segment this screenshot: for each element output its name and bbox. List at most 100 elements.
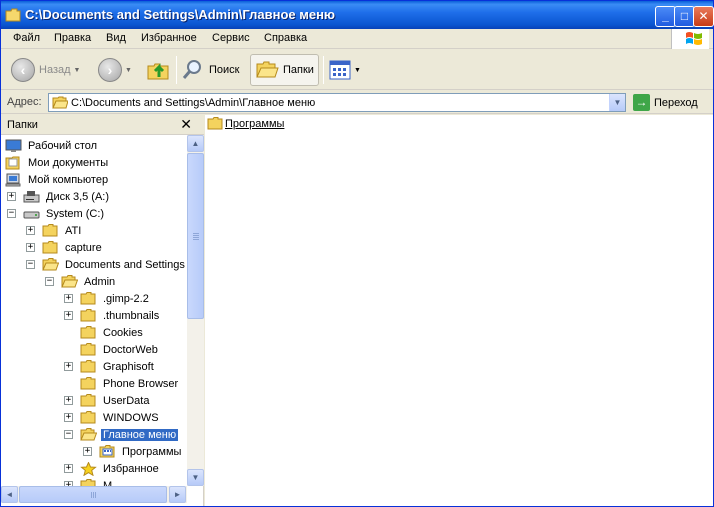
- title-bar[interactable]: C:\Documents and Settings\Admin\Главное …: [1, 1, 714, 29]
- tree-item-label: Мой компьютер: [28, 173, 109, 186]
- maximize-button[interactable]: □: [674, 6, 695, 27]
- up-folder-button[interactable]: [145, 54, 171, 86]
- collapse-icon[interactable]: −: [45, 277, 54, 286]
- floppy-drive-icon: [23, 190, 40, 202]
- folder-up-icon: [147, 63, 169, 80]
- tree-item[interactable]: + Graphisoft: [64, 358, 156, 375]
- scroll-right-button[interactable]: ►: [169, 486, 186, 503]
- address-input[interactable]: C:\Documents and Settings\Admin\Главное …: [48, 93, 626, 112]
- folder-icon: [80, 410, 96, 423]
- tree-item[interactable]: Cookies: [64, 324, 145, 341]
- address-value: C:\Documents and Settings\Admin\Главное …: [71, 97, 316, 109]
- collapse-icon[interactable]: −: [26, 260, 35, 269]
- my-computer-icon: [5, 173, 21, 186]
- folder-icon: [42, 223, 58, 236]
- expand-icon[interactable]: +: [26, 226, 35, 235]
- tree-item[interactable]: + Программы: [83, 443, 183, 460]
- tree-item-label: Избранное: [103, 462, 159, 475]
- menu-edit[interactable]: Правка: [54, 32, 91, 44]
- tree-item[interactable]: + ATI: [26, 222, 83, 239]
- go-arrow-icon: →: [633, 94, 650, 111]
- tree-item[interactable]: DoctorWeb: [64, 341, 160, 358]
- list-item-label: Программы: [225, 117, 285, 130]
- expand-icon[interactable]: +: [7, 192, 16, 201]
- tree-item-label: DoctorWeb: [103, 343, 158, 356]
- folders-button[interactable]: Папки: [250, 54, 319, 86]
- folder-icon: [80, 478, 96, 486]
- folder-open-icon: [256, 61, 279, 78]
- menu-bar: Файл Правка Вид Избранное Сервис Справка: [1, 29, 713, 49]
- tree-item-label: ATI: [65, 224, 82, 237]
- scroll-left-button[interactable]: ◄: [1, 486, 18, 503]
- back-label: Назад: [39, 64, 71, 76]
- expand-icon[interactable]: +: [64, 413, 73, 422]
- desktop-icon: [5, 139, 22, 152]
- forward-arrow-icon: ›: [98, 58, 122, 82]
- collapse-icon[interactable]: −: [7, 209, 16, 218]
- minimize-button[interactable]: _: [655, 6, 676, 27]
- programs-folder-icon: [99, 444, 115, 457]
- tree-item[interactable]: + UserData: [64, 392, 151, 409]
- toolbar: ‹ Назад ▼ › ▼ Поиск Папки ▼: [1, 50, 713, 90]
- tree-item-label: UserData: [103, 394, 150, 407]
- tree-item-label: Documents and Settings: [65, 258, 185, 271]
- tree-item[interactable]: − System (C:): [7, 205, 106, 222]
- expand-icon[interactable]: +: [64, 362, 73, 371]
- tree-item[interactable]: + Диск 3,5 (A:): [7, 188, 111, 205]
- menu-favorites[interactable]: Избранное: [141, 32, 197, 44]
- scroll-thumb[interactable]: [187, 153, 204, 319]
- tree-item-label: Phone Browser: [103, 377, 179, 390]
- collapse-icon[interactable]: −: [64, 430, 73, 439]
- tree-item-label: capture: [65, 241, 102, 254]
- expand-icon[interactable]: +: [83, 447, 92, 456]
- folder-icon: [5, 8, 21, 22]
- expand-icon[interactable]: +: [64, 311, 73, 320]
- search-icon: [182, 60, 201, 79]
- scroll-down-button[interactable]: ▼: [187, 469, 204, 486]
- address-bar: Адрес: C:\Documents and Settings\Admin\Г…: [1, 91, 713, 114]
- views-button[interactable]: ▼: [329, 54, 361, 86]
- tree-vertical-scrollbar[interactable]: ▲ ▼: [187, 135, 204, 486]
- back-button[interactable]: ‹ Назад ▼: [11, 54, 80, 86]
- views-icon: [329, 60, 351, 80]
- folder-icon: [207, 117, 223, 130]
- expand-icon[interactable]: +: [64, 294, 73, 303]
- tree-item[interactable]: + .thumbnails: [64, 307, 161, 324]
- tree-item[interactable]: Мои документы: [5, 154, 110, 171]
- menu-view[interactable]: Вид: [106, 32, 126, 44]
- tree-item[interactable]: − Главное меню: [64, 426, 179, 443]
- folder-icon: [42, 240, 58, 253]
- expand-icon[interactable]: +: [64, 464, 73, 473]
- tree-item[interactable]: − Admin: [45, 273, 117, 290]
- tree-item[interactable]: Мой компьютер: [5, 171, 110, 188]
- folders-pane-close-button[interactable]: ✕: [180, 116, 192, 133]
- menu-help[interactable]: Справка: [264, 32, 307, 44]
- favorites-icon: [80, 461, 97, 476]
- search-button[interactable]: Поиск: [181, 54, 239, 86]
- folder-icon: [80, 359, 96, 372]
- expand-icon[interactable]: +: [26, 243, 35, 252]
- menu-file[interactable]: Файл: [13, 32, 40, 44]
- tree-item[interactable]: Phone Browser: [64, 375, 180, 392]
- list-item[interactable]: Программы: [207, 117, 284, 130]
- address-dropdown-button[interactable]: ▼: [609, 94, 625, 111]
- tree-horizontal-scrollbar[interactable]: ◄ ►: [1, 486, 187, 503]
- go-button[interactable]: → Переход: [633, 93, 698, 112]
- expand-icon[interactable]: +: [64, 396, 73, 405]
- scroll-thumb[interactable]: [19, 486, 167, 503]
- tree-item[interactable]: + capture: [26, 239, 104, 256]
- tree-item[interactable]: + Избранное: [64, 460, 161, 477]
- tree-item[interactable]: + М...: [64, 477, 123, 486]
- forward-button[interactable]: › ▼: [98, 54, 132, 86]
- tree-item[interactable]: + .gimp-2.2: [64, 290, 151, 307]
- content-pane: Программы: [205, 115, 713, 506]
- tree-item[interactable]: Рабочий стол: [5, 137, 99, 154]
- scroll-up-button[interactable]: ▲: [187, 135, 204, 152]
- tree-item[interactable]: + WINDOWS: [64, 409, 161, 426]
- menu-tools[interactable]: Сервис: [212, 32, 250, 44]
- tree-item[interactable]: − Documents and Settings: [26, 256, 187, 273]
- close-button[interactable]: ✕: [693, 6, 714, 27]
- folders-pane-title: Папки: [7, 119, 38, 131]
